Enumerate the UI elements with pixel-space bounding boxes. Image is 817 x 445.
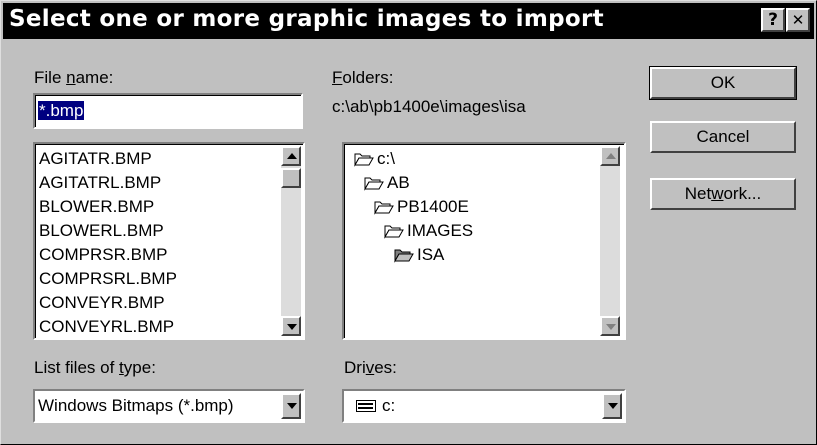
scroll-up-button[interactable] [600, 146, 620, 166]
folder-open-icon [374, 201, 394, 215]
folder-tree-item[interactable]: AB [364, 171, 410, 195]
folder-open-icon [364, 177, 384, 191]
close-button[interactable]: ✕ [786, 8, 810, 32]
scroll-thumb[interactable] [281, 168, 301, 188]
drive-icon [356, 400, 376, 412]
drives-label: Drives: [344, 358, 397, 377]
drives-select[interactable]: c: [342, 389, 626, 423]
file-list-item[interactable]: COMPRSR.BMP [39, 243, 177, 267]
chevron-down-icon [287, 403, 297, 409]
file-type-label: List files of type: [34, 358, 156, 377]
file-list-item[interactable]: CONVEYR.BMP [39, 291, 177, 315]
drives-dropdown-button[interactable] [602, 393, 622, 419]
file-type-value: Windows Bitmaps (*.bmp) [38, 396, 234, 415]
cancel-button[interactable]: Cancel [650, 121, 796, 153]
folder-open-icon [384, 225, 404, 239]
drives-value: c: [382, 396, 396, 415]
folder-open-selected-icon [394, 249, 414, 263]
folder-tree-scrollbar[interactable] [600, 146, 620, 336]
help-button[interactable]: ? [761, 8, 785, 32]
file-name-label: File name: [34, 68, 114, 87]
folders-label: Folders: [332, 68, 394, 87]
help-icon: ? [768, 10, 778, 30]
arrow-down-icon [287, 324, 297, 330]
folder-tree-label: PB1400E [397, 197, 469, 216]
arrow-up-icon [287, 153, 297, 159]
scroll-down-button[interactable] [281, 316, 301, 336]
close-icon: ✕ [791, 11, 805, 29]
folder-tree-label: ISA [417, 245, 445, 264]
file-list-scrollbar[interactable] [281, 146, 301, 336]
scroll-down-button[interactable] [600, 316, 620, 336]
folder-open-icon [354, 153, 374, 167]
file-name-input[interactable]: *.bmp [33, 93, 303, 129]
network-button[interactable]: Network... [650, 178, 796, 210]
arrow-down-icon [606, 324, 616, 330]
dialog-title: Select one or more graphic images to imp… [9, 6, 604, 32]
file-name-value: *.bmp [38, 101, 85, 120]
folder-tree-label: AB [387, 173, 410, 192]
file-type-select[interactable]: Windows Bitmaps (*.bmp) [33, 389, 305, 423]
folders-path: c:\ab\pb1400e\images\isa [332, 97, 526, 116]
file-list-item[interactable]: BLOWER.BMP [39, 195, 177, 219]
folder-tree[interactable]: c:\ AB PB1400E IMAGES ISA [342, 142, 626, 340]
import-dialog: Select one or more graphic images to imp… [0, 0, 817, 445]
file-type-dropdown-button[interactable] [281, 393, 301, 419]
folder-tree-item[interactable]: IMAGES [384, 219, 473, 243]
file-list-item[interactable]: BLOWERL.BMP [39, 219, 177, 243]
file-list-item[interactable]: AGITATRL.BMP [39, 171, 177, 195]
folder-tree-label: IMAGES [407, 221, 474, 240]
folder-tree-item[interactable]: PB1400E [374, 195, 469, 219]
title-bar[interactable]: Select one or more graphic images to imp… [3, 3, 814, 39]
file-list-item[interactable]: CONVEYRL.BMP [39, 315, 177, 339]
file-list[interactable]: AGITATR.BMP AGITATRL.BMP BLOWER.BMP BLOWERL… [33, 142, 305, 340]
file-list-items: AGITATR.BMP AGITATRL.BMP BLOWER.BMP BLOWERL… [39, 147, 177, 339]
arrow-up-icon [606, 153, 616, 159]
folder-tree-item[interactable]: c:\ [354, 147, 395, 171]
file-list-item[interactable]: AGITATR.BMP [39, 147, 177, 171]
folder-tree-label: c:\ [377, 149, 395, 168]
ok-button[interactable]: OK [649, 66, 797, 100]
chevron-down-icon [608, 403, 618, 409]
folder-tree-item[interactable]: ISA [394, 243, 444, 267]
scroll-up-button[interactable] [281, 146, 301, 166]
file-list-item[interactable]: COMPRSRL.BMP [39, 267, 177, 291]
